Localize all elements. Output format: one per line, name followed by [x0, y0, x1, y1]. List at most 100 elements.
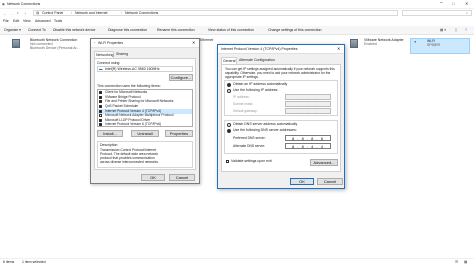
ip-address-field[interactable]: . . . [285, 94, 331, 100]
help-icon[interactable]: ? [465, 28, 467, 33]
adapter-status: SPIDER [427, 43, 441, 47]
item-checkbox[interactable] [99, 118, 102, 122]
item-checkbox[interactable] [99, 109, 102, 113]
menu-view[interactable]: View [23, 19, 31, 24]
up-icon[interactable]: ↑ [24, 11, 26, 16]
install-button[interactable]: Install... [97, 130, 123, 137]
tab-label: Alternate Configuration [239, 58, 275, 62]
tiles-view-icon[interactable]: ▦ [464, 260, 467, 265]
cancel-button[interactable]: Cancel [317, 178, 343, 185]
list-item[interactable]: Internet Protocol Version 6 (TCP/IPv6) [99, 122, 189, 126]
command-bar: Organize ▾ Connect To Disable this netwo… [0, 26, 474, 35]
adapter-item[interactable]: ʙ Bluetooth Network Connection Not conne… [12, 38, 87, 54]
view-options-icon[interactable]: ▦ ▾ [440, 28, 446, 33]
diagnose-button[interactable]: Diagnose this connection [108, 28, 147, 33]
search-icon[interactable]: ⌕ [466, 11, 468, 16]
default-gateway-field[interactable]: . . . [285, 108, 331, 114]
default-gateway-label: Default gateway: [233, 109, 258, 113]
menu-file[interactable]: File [3, 19, 9, 24]
recent-chevron-icon[interactable]: ▾ [17, 11, 19, 16]
dialog-titlebar: ◔ Wi-Fi Properties ✕ [91, 39, 199, 48]
uninstall-button[interactable]: Uninstall [131, 130, 159, 137]
breadcrumb-separator-icon: › [71, 11, 73, 15]
validate-settings-label: Validate settings upon exit [231, 159, 272, 163]
validate-settings-checkbox[interactable] [226, 160, 229, 163]
close-button[interactable]: ✕ [465, 1, 468, 6]
adapter-device: Bluetooth Device (Personal Ar... [30, 46, 80, 50]
use-following-ip-radio[interactable] [227, 89, 231, 93]
close-icon[interactable]: ✕ [337, 46, 340, 51]
tab-general[interactable]: General [221, 57, 237, 64]
search-box[interactable]: ⌕ [402, 10, 472, 16]
details-view-icon[interactable]: ☰ [455, 260, 458, 265]
item-checkbox[interactable] [99, 114, 102, 117]
app-icon: ▣ [2, 2, 5, 6]
close-icon[interactable]: ✕ [192, 40, 195, 45]
configure-button[interactable]: Configure... [169, 74, 193, 81]
item-count: 6 items [3, 260, 15, 264]
tab-panel: You can get IP settings assigned automat… [221, 64, 341, 172]
tab-networking[interactable]: Networking [94, 51, 114, 58]
cancel-button[interactable]: Cancel [169, 174, 195, 181]
properties-button[interactable]: Properties [165, 130, 193, 137]
item-checkbox[interactable] [99, 95, 102, 99]
rename-button[interactable]: Rename this connection [157, 28, 195, 33]
forward-icon[interactable]: → [10, 11, 14, 16]
dialog-title: Internet Protocol Version 4 (TCP/IPv4) P… [221, 47, 298, 51]
adapter-name: Ethernet [200, 38, 214, 42]
breadcrumb-separator-icon: › [121, 11, 123, 15]
intro-text: You can get IP settings assigned automat… [225, 67, 335, 79]
use-following-dns-radio[interactable] [227, 129, 231, 133]
subnet-mask-field[interactable]: . . . [285, 101, 331, 107]
change-settings-button[interactable]: Change settings of this connection [268, 28, 322, 33]
wifi-properties-dialog: ◔ Wi-Fi Properties ✕ Networking Sharing … [90, 38, 200, 184]
use-following-dns-label: Use the following DNS server addresses: [233, 128, 297, 132]
menu-advanced[interactable]: Advanced [35, 19, 51, 24]
preferred-dns-label: Preferred DNS server: [233, 136, 266, 140]
ipv4-properties-dialog: Internet Protocol Version 4 (TCP/IPv4) P… [217, 44, 345, 189]
connect-to-button[interactable]: Connect To [28, 28, 46, 33]
ok-button[interactable]: OK [141, 174, 165, 181]
minimize-button[interactable]: – [440, 1, 443, 6]
item-label: Internet Protocol Version 6 (TCP/IPv6) [105, 122, 162, 126]
item-checkbox[interactable] [99, 104, 102, 108]
item-checkbox[interactable] [99, 123, 102, 126]
selection-count: 1 item selected [22, 260, 46, 264]
bluetooth-icon: ʙ [15, 44, 18, 49]
alternate-dns-field[interactable]: 8 . 8 . 4 . 4 [285, 143, 331, 149]
view-status-button[interactable]: View status of this connection [208, 28, 254, 33]
subnet-mask-label: Subnet mask: [233, 102, 254, 106]
ok-button[interactable]: OK [290, 178, 314, 185]
address-bar[interactable]: ▤ Control Panel › Network and Internet ›… [33, 10, 398, 16]
disable-device-button[interactable]: Disable this network device [53, 28, 95, 33]
adapter-item-selected[interactable]: ◔ Wi-Fi SPIDER [410, 38, 470, 54]
preferred-dns-field[interactable]: 8 . 8 . 8 . 8 [285, 135, 331, 141]
items-list[interactable]: Client for Microsoft Networks VMware Bri… [97, 89, 193, 127]
folder-icon: ▤ [36, 11, 40, 15]
menu-edit[interactable]: Edit [13, 19, 19, 24]
window-title: Network Connections [7, 2, 41, 6]
organize-button[interactable]: Organize ▾ [4, 28, 21, 33]
preview-pane-icon[interactable]: ▯ [455, 28, 457, 33]
breadcrumb-network-internet[interactable]: Network and Internet [75, 11, 108, 16]
description-text: Transmission Control Protocol/Internet P… [100, 148, 159, 164]
adapter-name-value: Intel(R) Wireless-AC 9560 160MHz [105, 67, 160, 71]
back-icon[interactable]: ← [3, 11, 7, 16]
item-checkbox[interactable] [99, 91, 102, 94]
menu-tools[interactable]: Tools [54, 19, 62, 24]
alternate-dns-label: Alternate DNS server: [233, 144, 266, 148]
obtain-ip-auto-radio[interactable] [227, 83, 231, 87]
breadcrumb-network-connections[interactable]: Network Connections [125, 11, 158, 16]
tab-label: Sharing [116, 52, 129, 56]
advanced-button[interactable]: Advanced... [310, 159, 338, 166]
ip-address-label: IP address: [233, 95, 250, 99]
breadcrumb-control-panel[interactable]: Control Panel [42, 11, 63, 16]
dialog-title: Wi-Fi Properties [98, 41, 124, 45]
adapter-item[interactable]: VMware Network Adapter Enabled [350, 38, 410, 54]
network-adapter-icon [350, 39, 358, 48]
status-bar: 6 items 1 item selected ☰ ▦ [0, 258, 474, 266]
item-checkbox[interactable] [99, 100, 102, 103]
obtain-dns-auto-radio[interactable] [227, 123, 231, 127]
ip-address-group: Obtain an IP address automatically Use t… [224, 80, 338, 116]
maximize-button[interactable]: □ [452, 1, 454, 6]
